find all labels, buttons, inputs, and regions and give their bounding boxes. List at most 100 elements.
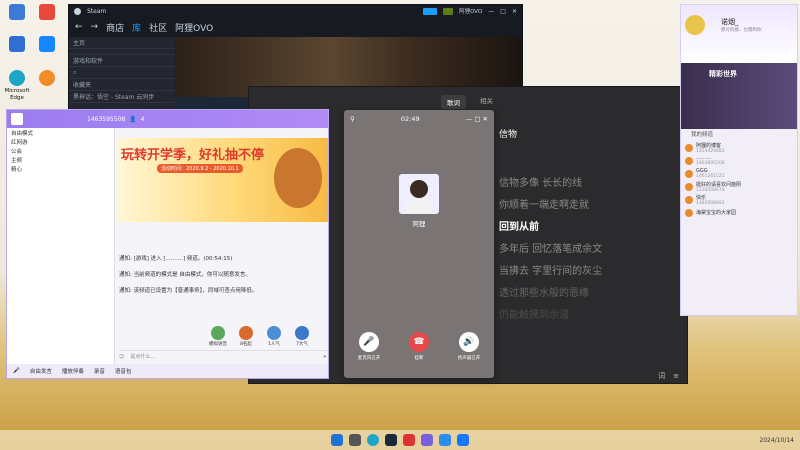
mic-button[interactable]: 🎤 麦克风已开 [349, 332, 389, 361]
sidebar-search[interactable]: ⌕ [69, 67, 175, 79]
channel-avatar [11, 113, 23, 125]
maximize-icon[interactable]: □ [500, 8, 506, 15]
desktop-icon-3[interactable] [0, 36, 34, 54]
nav-library[interactable]: 库 [132, 21, 141, 34]
close-icon[interactable]: ✕ [512, 8, 517, 15]
desktop-icon-2[interactable] [30, 4, 64, 22]
pin-icon[interactable]: ⚲ [350, 115, 355, 123]
edge-taskbar-icon[interactable] [367, 434, 379, 446]
desktop-icon-6[interactable] [30, 70, 64, 88]
playlist-icon[interactable]: ≡ [673, 372, 679, 380]
list-item[interactable]: GGG 1461261525 [681, 167, 797, 180]
channel-item[interactable]: 精心 [7, 164, 114, 173]
sidebar-item-game[interactable]: 黑神话：悟空 - Steam 云同步 [69, 91, 175, 103]
desktop-icon-4[interactable] [30, 36, 64, 54]
mascot-image [274, 148, 322, 208]
gift-bar: 模拟语音 8名起 1人气 7大气 [207, 326, 313, 347]
steam-taskbar-icon[interactable] [385, 434, 397, 446]
chat-header: 1463595508 👤 4 [7, 110, 328, 128]
mic-label: 麦克风已开 [357, 356, 381, 361]
channel-item[interactable]: 红网游 [7, 137, 114, 146]
gift-item[interactable]: 8名起 [235, 326, 257, 347]
window-controls[interactable]: — □ ✕ [466, 115, 488, 123]
member-count-icon: 👤 [129, 115, 137, 123]
voice-call-window: ⚲ 02:49 — □ ✕ 阿狸 🎤 麦克风已开 ☎ 挂断 🔊 扬声器已开 [344, 110, 494, 378]
steam-user-menu[interactable]: 阿狸OVO [459, 7, 482, 15]
voice-pack-button[interactable]: 语音包 [115, 367, 132, 375]
speaker-button[interactable]: 🔊 扬声器已开 [449, 332, 489, 361]
desktop-icon-1[interactable] [0, 4, 34, 22]
list-item[interactable]: 阿狸的博客 1354429883 [681, 141, 797, 154]
lyric-line: 你顺着一端走啊走就 [499, 200, 589, 211]
search-icon[interactable] [349, 434, 361, 446]
lyrics-toggle-button[interactable]: 词 [658, 371, 665, 381]
call-duration: 02:49 [400, 115, 420, 123]
channel-tree: 自由模式 红网游 公会 主频 精心 [7, 128, 115, 366]
qq-taskbar-icon[interactable] [439, 434, 451, 446]
music-taskbar-icon[interactable] [403, 434, 415, 446]
chat-footer: 🎤 自由发言 播放伴奏 录音 语音包 [7, 364, 328, 378]
sidebar-item-home[interactable]: 主页 [69, 37, 175, 49]
music-tabs: 歌词 相关 [441, 95, 493, 109]
steam-logo-icon [74, 7, 81, 15]
channel-item[interactable]: 公会 [7, 146, 114, 155]
lyric-line-current: 回到从前 [499, 222, 539, 233]
list-item[interactable]: 快乐 1482008692 [681, 193, 797, 206]
broadcast-button[interactable] [423, 7, 438, 15]
play-accompaniment-button[interactable]: 播放伴奏 [62, 367, 84, 375]
channel-item[interactable]: 主频 [7, 155, 114, 164]
lyrics-list: 信物多像 长长的线 你顺着一端走啊走就 回到从前 多年后 回忆落笔成余文 当拂去… [499, 173, 679, 327]
free-speech-button[interactable]: 自由发言 [30, 367, 52, 375]
list-item[interactable]: 挺好的请喜欢问施阴 1234508678 [681, 180, 797, 193]
gift-label: 8名起 [240, 342, 252, 347]
channel-mode[interactable]: 自由模式 [7, 128, 114, 137]
search-icon: ⌕ [73, 68, 77, 76]
hangup-button[interactable]: ☎ 挂断 [399, 332, 439, 361]
send-icon[interactable]: ➤ [323, 354, 327, 360]
minimize-icon[interactable]: — [488, 8, 494, 15]
record-button[interactable]: 录音 [94, 367, 105, 375]
sidebar-item-games[interactable]: 游戏和软件 [69, 55, 175, 67]
system-message: 通知: 当前频道的模式是 自由模式，你可以随意发言。 [119, 272, 251, 278]
k-app-taskbar-icon[interactable] [457, 434, 469, 446]
back-icon[interactable]: ← [75, 22, 83, 32]
lyric-line: 当拂去 字里行间的灰尘 [499, 266, 603, 277]
banner-date: 活动时间：2020.9.2 - 2020.10.1 [157, 164, 243, 173]
banner-title: 精彩世界 [709, 70, 737, 78]
gift-item[interactable]: 1人气 [263, 326, 285, 347]
user-signature: 那片的那，也需和你 [721, 28, 762, 33]
channel-list-title: 我的频道 [691, 132, 714, 138]
nav-store[interactable]: 商店 [106, 21, 124, 34]
speaker-icon: 🔊 [463, 337, 475, 347]
system-message: 通知: 该频道已设置为【普通事务】，同域可查点用降低。 [119, 288, 258, 294]
item-id: 1234508678 [696, 187, 725, 193]
tab-related[interactable]: 相关 [480, 95, 493, 109]
tab-lyrics[interactable]: 歌词 [441, 95, 466, 109]
start-icon[interactable] [331, 434, 343, 446]
gift-item[interactable]: 模拟语音 [207, 326, 229, 347]
mic-icon: 🎤 [363, 337, 375, 347]
forward-icon[interactable]: → [91, 22, 99, 32]
steam-title: Steam [87, 7, 107, 15]
emoji-icon[interactable]: ☺ [119, 354, 124, 360]
chat-input[interactable]: 说点什么… [130, 353, 317, 360]
mic-toggle[interactable]: 🎤 [13, 368, 20, 374]
nav-community[interactable]: 社区 [149, 21, 167, 34]
nav-profile[interactable]: 阿狸OVO [175, 21, 213, 34]
edge-icon[interactable]: Microsoft Edge [0, 70, 34, 102]
banner-headline: 玩转开学季，好礼抽不停 [121, 148, 265, 163]
sidebar-item-favorites[interactable]: 收藏夹 [69, 79, 175, 91]
list-item[interactable]: 海棠宝宝的大家园 [681, 206, 797, 219]
call-titlebar: ⚲ 02:49 — □ ✕ [344, 110, 494, 128]
chat-taskbar-icon[interactable] [421, 434, 433, 446]
channel-list: 阿狸的博客 1354429883 ……… 1463895508 GGG 1461261… [681, 141, 797, 219]
notification-icon[interactable] [443, 7, 454, 15]
gift-item[interactable]: 7大气 [291, 326, 313, 347]
promo-banner[interactable]: 玩转开学季，好礼抽不停 活动时间：2020.9.2 - 2020.10.1 [117, 138, 328, 222]
steam-titlebar: Steam 阿狸OVO — □ ✕ [69, 5, 522, 17]
list-item[interactable]: ……… 1463895508 [681, 154, 797, 167]
user-avatar[interactable] [685, 15, 705, 35]
item-name: 海棠宝宝的大家园 [696, 210, 737, 216]
steam-nav: ← → 商店 库 社区 阿狸OVO [69, 17, 522, 37]
world-banner[interactable]: 精彩世界 [681, 63, 797, 129]
